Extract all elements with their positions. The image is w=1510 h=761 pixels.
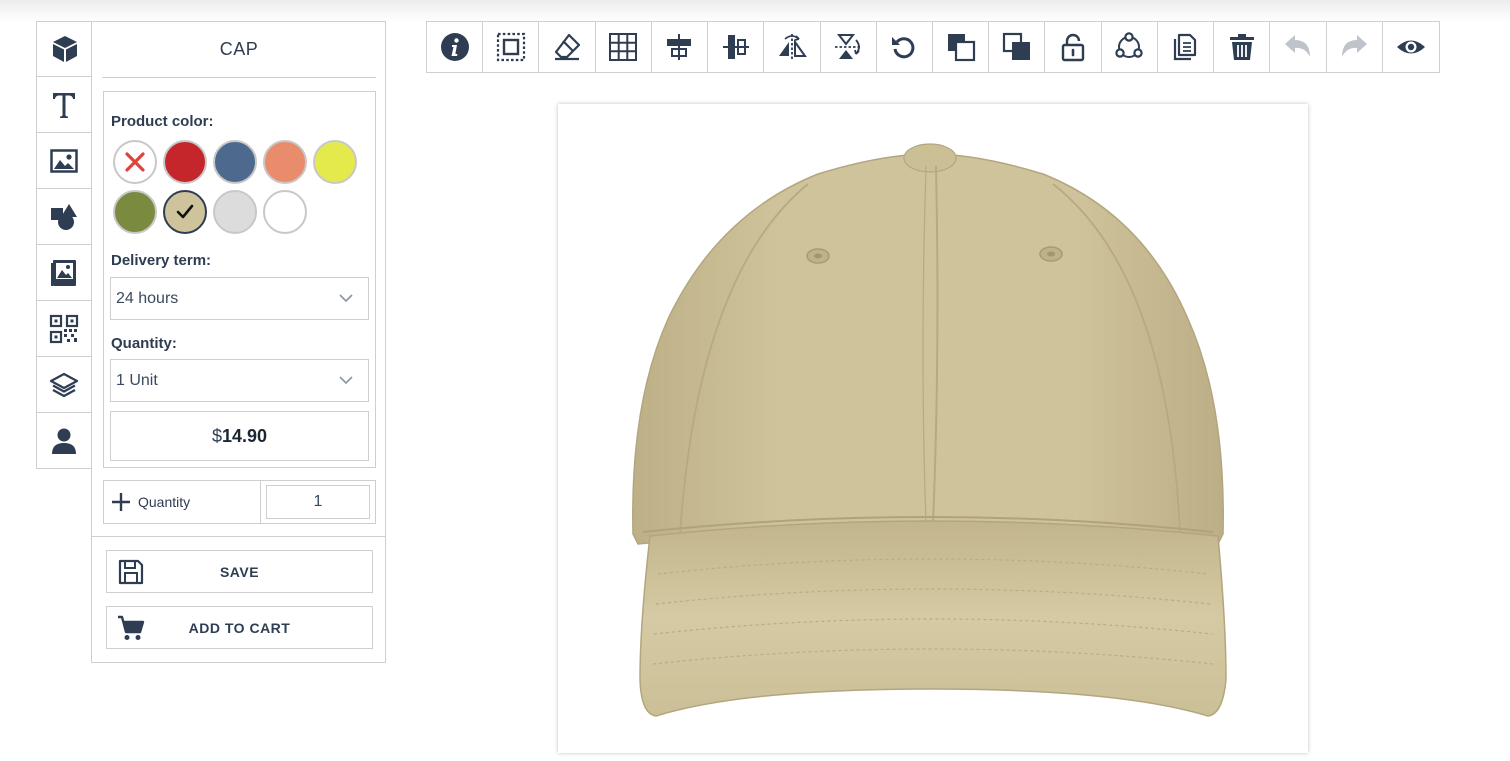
rail-shapes-button[interactable] — [36, 189, 92, 245]
flip-horizontal-icon — [778, 34, 807, 60]
add-quantity-label: Quantity — [138, 494, 191, 510]
gallery-icon — [51, 259, 76, 286]
group-icon — [1115, 32, 1143, 58]
chevron-down-icon — [339, 294, 353, 303]
quantity-value: 1 Unit — [116, 371, 158, 389]
editor-toolbar — [426, 21, 1440, 73]
rail-qr-button[interactable] — [36, 301, 92, 357]
delivery-term-value: 24 hours — [116, 289, 179, 307]
product-options: Product color: Delivery term: 24 hours Q… — [103, 91, 376, 468]
rail-user-button[interactable] — [36, 413, 92, 469]
save-button[interactable]: SAVE — [106, 550, 373, 593]
rail-product-button[interactable] — [36, 21, 92, 77]
save-icon — [118, 559, 144, 585]
color-swatch-light-gray[interactable] — [213, 190, 257, 234]
panel-divider — [92, 536, 385, 537]
add-to-cart-button[interactable]: ADD TO CART — [106, 606, 373, 649]
redo-icon — [1342, 35, 1368, 57]
quantity-input[interactable] — [266, 485, 370, 519]
redo-button[interactable] — [1327, 22, 1383, 72]
user-icon — [52, 428, 76, 454]
color-swatch-none[interactable] — [113, 140, 157, 184]
bring-forward-icon — [947, 34, 975, 62]
price-display: $14.90 — [110, 411, 369, 461]
tool-rail — [36, 21, 92, 469]
delivery-term-select[interactable]: 24 hours — [110, 277, 369, 320]
color-swatch-yellow[interactable] — [313, 140, 357, 184]
bring-forward-button[interactable] — [933, 22, 990, 72]
color-swatch-white[interactable] — [263, 190, 307, 234]
color-swatch-slate-blue[interactable] — [213, 140, 257, 184]
price-currency: $ — [211, 425, 222, 446]
design-canvas[interactable] — [558, 104, 1308, 753]
align-horizontal-center-button[interactable] — [652, 22, 709, 72]
price-amount: 14.90 — [221, 425, 268, 446]
rail-layers-button[interactable] — [36, 357, 92, 413]
shapes-icon — [51, 203, 77, 230]
rail-text-button[interactable] — [36, 77, 92, 133]
eraser-icon — [554, 33, 581, 61]
rail-image-button[interactable] — [36, 133, 92, 189]
plus-icon — [112, 493, 130, 511]
rotate-icon — [892, 37, 915, 59]
eye-icon — [1396, 40, 1425, 54]
qr-code-icon — [49, 314, 79, 343]
select-all-icon — [496, 32, 525, 62]
eraser-button[interactable] — [539, 22, 596, 72]
close-icon — [125, 152, 145, 172]
duplicate-button[interactable] — [1158, 22, 1215, 72]
grid-icon — [609, 33, 638, 61]
color-swatch-salmon[interactable] — [263, 140, 307, 184]
align-vertical-center-button[interactable] — [708, 22, 765, 72]
rotate-button[interactable] — [877, 22, 933, 72]
color-swatch-khaki[interactable] — [163, 190, 207, 234]
trash-icon — [1229, 34, 1254, 60]
add-to-cart-label: ADD TO CART — [188, 619, 291, 636]
info-button[interactable] — [427, 22, 484, 72]
send-backward-button[interactable] — [989, 22, 1046, 72]
delete-button[interactable] — [1214, 22, 1271, 72]
align-horizontal-center-icon — [667, 34, 692, 60]
text-icon — [53, 92, 75, 118]
product-color-label: Product color: — [111, 113, 214, 130]
flip-vertical-button[interactable] — [821, 22, 877, 72]
undo-button[interactable] — [1270, 22, 1327, 72]
cap-product-image — [632, 143, 1227, 717]
align-vertical-center-icon — [722, 35, 749, 59]
flip-horizontal-button[interactable] — [764, 22, 821, 72]
send-backward-icon — [1002, 32, 1030, 60]
group-button[interactable] — [1102, 22, 1158, 72]
grid-button[interactable] — [596, 22, 652, 72]
rail-gallery-button[interactable] — [36, 245, 92, 301]
image-icon — [50, 148, 78, 173]
duplicate-icon — [1174, 33, 1197, 61]
product-cube-icon — [52, 36, 77, 62]
delivery-term-label: Delivery term: — [111, 252, 212, 269]
color-swatch-olive[interactable] — [113, 190, 157, 234]
quantity-row: Quantity — [103, 480, 376, 524]
select-all-button[interactable] — [483, 22, 540, 72]
flip-vertical-icon — [835, 34, 862, 59]
checkmark-icon — [176, 204, 194, 219]
quantity-select[interactable]: 1 Unit — [110, 359, 369, 402]
product-title: CAP — [102, 22, 376, 78]
chevron-down-icon — [339, 376, 353, 385]
info-icon — [440, 33, 469, 61]
quantity-label: Quantity: — [111, 335, 177, 352]
layers-icon — [49, 372, 79, 397]
add-quantity-button[interactable]: Quantity — [104, 481, 261, 523]
top-shade — [0, 0, 1510, 22]
cart-icon — [118, 615, 145, 640]
undo-icon — [1284, 35, 1310, 57]
preview-button[interactable] — [1383, 22, 1439, 72]
save-label: SAVE — [219, 563, 260, 580]
color-swatch-red[interactable] — [163, 140, 207, 184]
lock-icon — [1061, 33, 1085, 62]
product-panel: CAP Product color: Delivery term: 24 hou… — [91, 21, 386, 663]
lock-button[interactable] — [1045, 22, 1102, 72]
